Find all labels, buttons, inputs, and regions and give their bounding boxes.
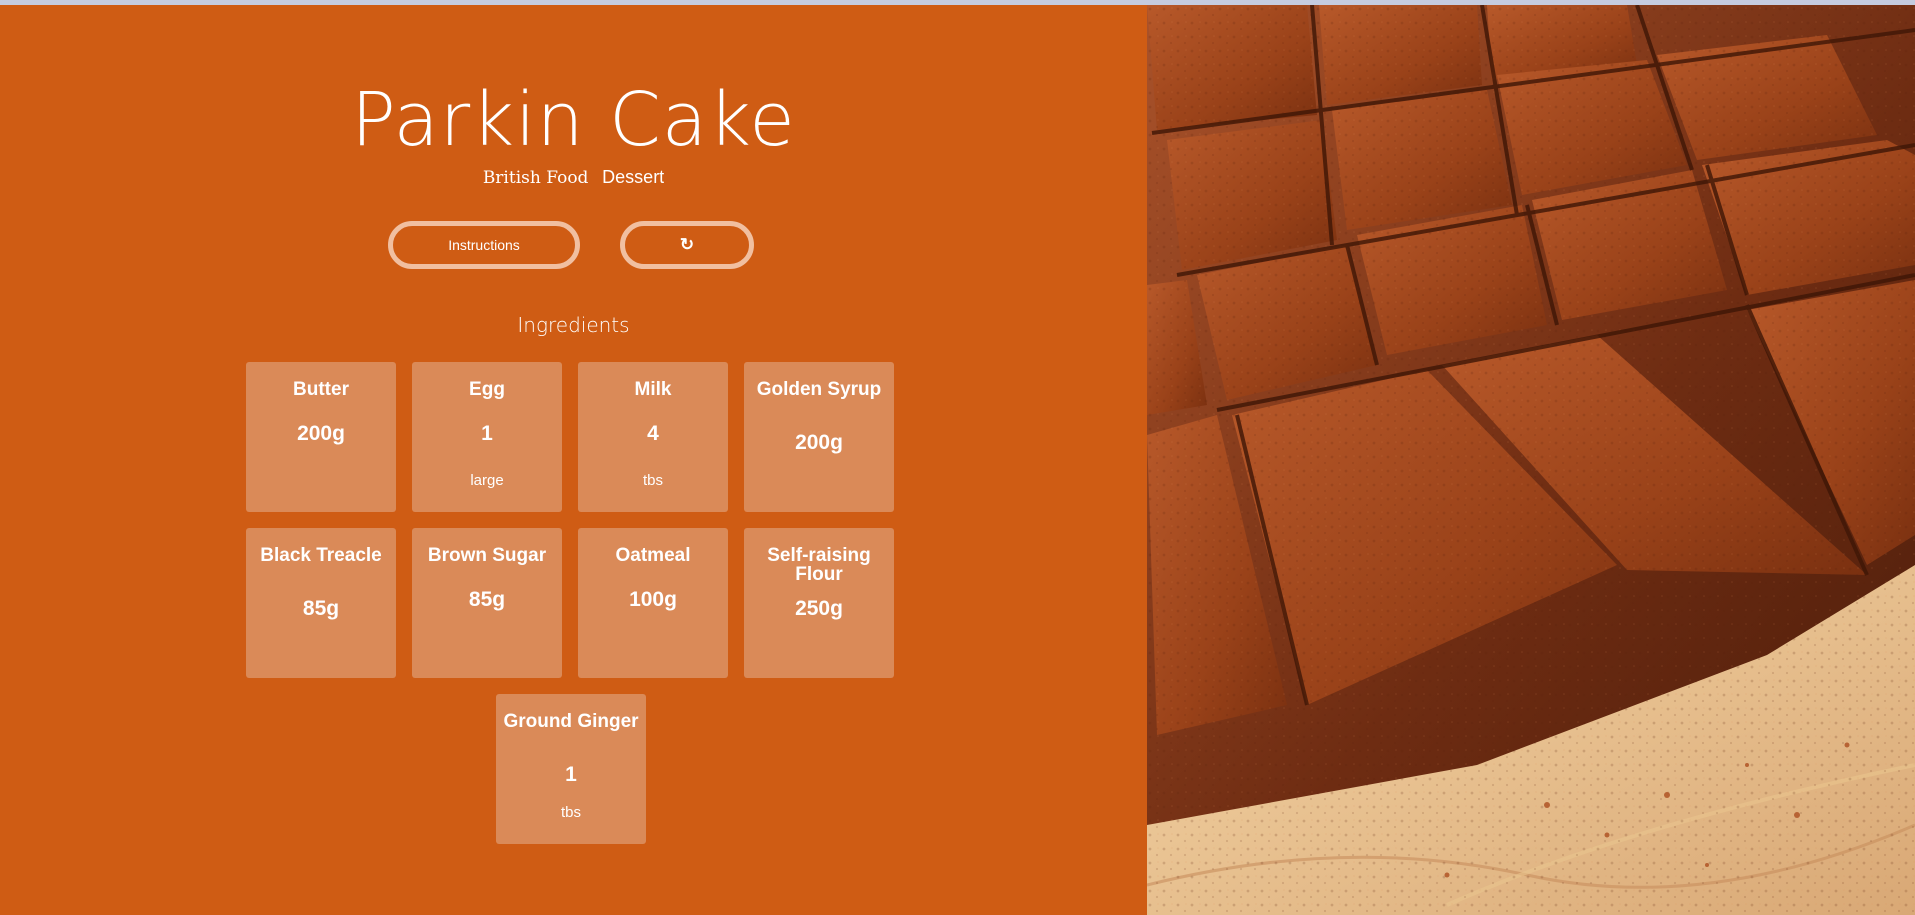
ingredient-quantity: 85g: [468, 588, 506, 611]
recipe-title: Parkin Cake: [351, 77, 796, 163]
ingredient-quantity: 200g: [297, 422, 345, 445]
ingredient-card: Oatmeal 100g: [578, 528, 728, 678]
ingredient-card: Self-raising Flour 250g: [744, 528, 894, 678]
ingredient-card: Egg 1 large: [412, 362, 562, 512]
ingredient-name: Butter: [293, 379, 349, 400]
ingredient-quantity: 1: [481, 422, 493, 445]
ingredient-name: Oatmeal: [615, 545, 691, 566]
ingredient-name: Self-raising Flour: [767, 545, 871, 585]
instructions-button-label: Instructions: [448, 237, 520, 253]
recipe-photo: [1147, 5, 1915, 915]
ingredients-heading: Ingredients: [517, 313, 630, 337]
ingredient-quantity: 200g: [795, 431, 843, 454]
ingredient-unit: tbs: [560, 804, 581, 821]
ingredient-card: Golden Syrup 200g: [744, 362, 894, 512]
ingredient-quantity: 250g: [795, 597, 843, 620]
recipe-category: Dessert: [602, 167, 665, 187]
ingredient-unit: large: [470, 472, 504, 489]
ingredient-name: Milk: [634, 379, 672, 400]
ingredient-card: Ground Ginger 1 tbs: [496, 694, 646, 844]
recipe-area: British Food: [482, 168, 589, 188]
ingredient-name: Golden Syrup: [756, 379, 882, 400]
ingredient-name: Black Treacle: [260, 545, 382, 566]
ingredient-name: Brown Sugar: [427, 545, 547, 566]
ingredient-quantity: 85g: [302, 597, 340, 620]
recipe-panel: Parkin Cake British Food Dessert Instruc…: [0, 5, 1147, 915]
refresh-icon: ↻: [679, 235, 695, 254]
ingredient-card: Milk 4 tbs: [578, 362, 728, 512]
ingredient-name: Ground Ginger: [503, 711, 639, 732]
ingredient-name: Egg: [469, 379, 505, 400]
ingredient-quantity: 4: [647, 422, 659, 445]
cake-image: [1147, 5, 1915, 915]
ingredient-card: Black Treacle 85g: [246, 528, 396, 678]
ingredient-card: Butter 200g: [246, 362, 396, 512]
ingredient-card: Brown Sugar 85g: [412, 528, 562, 678]
instructions-button[interactable]: Instructions: [388, 221, 580, 269]
recipe-tags: British Food Dessert: [0, 165, 1147, 190]
ingredient-quantity: 1: [565, 763, 577, 786]
ingredient-unit: tbs: [642, 472, 663, 489]
ingredient-quantity: 100g: [629, 588, 677, 611]
refresh-button[interactable]: ↻: [620, 221, 754, 269]
